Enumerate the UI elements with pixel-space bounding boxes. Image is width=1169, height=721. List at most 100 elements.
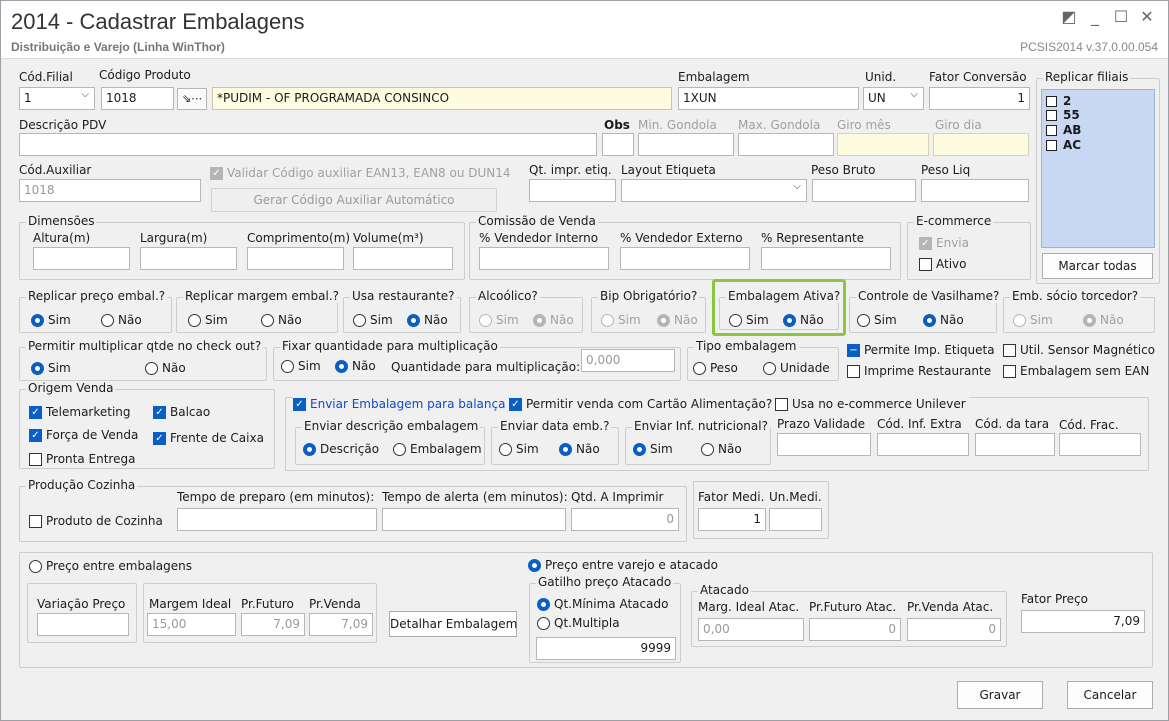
embalagem-input[interactable]: 1XUN [678, 87, 859, 110]
filial-item[interactable]: AC [1046, 138, 1081, 152]
permitir-multiplicar-sim[interactable]: Sim [31, 361, 71, 375]
replicar-preco-sim[interactable]: Sim [31, 313, 71, 327]
pronta-entrega-checkbox[interactable]: Pronta Entrega [29, 452, 135, 466]
permite-imp-etiqueta-checkbox[interactable]: − Permite Imp. Etiqueta [847, 343, 995, 357]
enviar-data-nao[interactable]: Não [559, 442, 600, 456]
prazo-validade-input[interactable] [777, 433, 871, 456]
embalagem-ativa-nao[interactable]: Não [783, 313, 824, 327]
checkbox-icon[interactable] [1046, 139, 1057, 151]
enviar-descricao-descricao[interactable]: Descrição [303, 442, 379, 456]
cod-auxiliar-input[interactable]: 1018 [19, 179, 201, 202]
gerar-codigo-button[interactable]: Gerar Código Auxiliar Automático [211, 188, 497, 212]
fator-preco-input[interactable]: 7,09 [1021, 610, 1145, 633]
fator-conversao-input[interactable]: 1 [929, 87, 1030, 110]
marg-ideal-atac-input[interactable]: 0,00 [698, 618, 804, 641]
gravar-button[interactable]: Gravar [957, 681, 1043, 709]
cancelar-button[interactable]: Cancelar [1067, 681, 1153, 709]
cod-tara-input[interactable] [975, 433, 1055, 456]
replicar-preco-nao[interactable]: Não [101, 313, 142, 327]
balcao-checkbox[interactable]: ✓ Balcao [153, 405, 210, 419]
qt-minima-radio[interactable]: Qt.Mínima Atacado [537, 597, 668, 611]
usa-restaurante-nao[interactable]: Não [407, 313, 448, 327]
gatilho-quantidade-input[interactable]: 9999 [536, 637, 676, 660]
frente-caixa-checkbox[interactable]: ✓ Frente de Caixa [153, 431, 264, 445]
ecommerce-unilever-checkbox[interactable]: Usa no e-commerce Unilever [775, 397, 969, 411]
marcar-todas-button[interactable]: Marcar todas [1042, 253, 1153, 279]
util-sensor-checkbox[interactable]: Util. Sensor Magnético [1003, 343, 1155, 357]
fixar-quantidade-sim[interactable]: Sim [281, 359, 321, 373]
max-gondola-input[interactable] [738, 133, 834, 156]
enviar-data-sim[interactable]: Sim [499, 442, 539, 456]
obs-input[interactable] [602, 133, 634, 156]
replicar-margem-sim[interactable]: Sim [188, 313, 228, 327]
controle-vasilhame-nao[interactable]: Não [923, 313, 964, 327]
controle-vasilhame-sim[interactable]: Sim [857, 313, 897, 327]
layout-etiqueta-select[interactable]: ⌵ [621, 179, 807, 202]
minimize-icon[interactable]: _ [1084, 7, 1106, 26]
enviar-balanca-checkbox[interactable]: ✓ Enviar Embalagem para balança [293, 397, 509, 411]
pr-venda-atac-input[interactable]: 0 [907, 618, 1001, 641]
comprimento-input[interactable] [247, 247, 344, 270]
replicar-margem-nao[interactable]: Não [261, 313, 302, 327]
pr-futuro-atac-input[interactable]: 0 [809, 618, 901, 641]
enviar-descricao-embalagem[interactable]: Embalagem [393, 442, 482, 456]
imprime-restaurante-checkbox[interactable]: Imprime Restaurante [847, 364, 991, 378]
cod-inf-extra-input[interactable] [877, 433, 969, 456]
emb-socio-nao[interactable]: Não [1083, 313, 1124, 327]
peso-liq-input[interactable] [921, 179, 1029, 202]
alcoolico-nao[interactable]: Não [533, 313, 574, 327]
tipo-embalagem-peso[interactable]: Peso [693, 361, 738, 375]
ativo-checkbox[interactable]: Ativo [919, 257, 966, 271]
permitir-multiplicar-nao[interactable]: Não [145, 361, 186, 375]
unid-select[interactable]: UN ⌵ [863, 87, 924, 110]
variacao-preco-input[interactable] [37, 613, 129, 636]
descricao-pdv-input[interactable] [19, 133, 597, 156]
emb-socio-sim[interactable]: Sim [1013, 313, 1053, 327]
forca-venda-checkbox[interactable]: ✓ Força de Venda [29, 428, 138, 442]
checkbox-icon[interactable] [1046, 95, 1057, 107]
enviar-inf-nao[interactable]: Não [701, 442, 742, 456]
envia-checkbox[interactable]: ✓ Envia [919, 236, 969, 250]
telemarketing-checkbox[interactable]: ✓ Telemarketing [29, 405, 131, 419]
peso-bruto-input[interactable] [812, 179, 916, 202]
altura-input[interactable] [33, 247, 130, 270]
vendedor-externo-input[interactable] [620, 247, 750, 270]
usa-restaurante-sim[interactable]: Sim [353, 313, 393, 327]
embalagem-sem-ean-checkbox[interactable]: Embalagem sem EAN [1003, 364, 1149, 378]
produto-cozinha-checkbox[interactable]: Produto de Cozinha [29, 514, 163, 528]
checkbox-icon[interactable] [1046, 109, 1057, 121]
qt-multipla-radio[interactable]: Qt.Multipla [537, 616, 620, 630]
codigo-produto-input[interactable]: 1018 [101, 87, 174, 110]
tempo-alerta-input[interactable] [382, 508, 566, 531]
fixar-quantidade-nao[interactable]: Não [335, 359, 376, 373]
filiais-list[interactable]: 2 55 AB AC [1041, 89, 1155, 248]
search-product-icon[interactable]: ⇘⋯ [177, 88, 207, 110]
bip-sim[interactable]: Sim [601, 313, 641, 327]
largura-input[interactable] [140, 247, 237, 270]
pr-futuro-input[interactable]: 7,09 [241, 613, 305, 636]
volume-input[interactable] [353, 247, 453, 270]
tipo-embalagem-unidade[interactable]: Unidade [763, 361, 830, 375]
validar-ean-checkbox[interactable]: ✓ Validar Código auxiliar EAN13, EAN8 ou … [210, 166, 511, 180]
un-medi-input[interactable] [769, 508, 822, 531]
min-gondola-input[interactable] [638, 133, 734, 156]
cartao-alimentacao-checkbox[interactable]: ✓ Permitir venda com Cartão Alimentação? [509, 397, 776, 411]
bip-nao[interactable]: Não [657, 313, 698, 327]
qtd-imprimir-input[interactable]: 0 [571, 508, 679, 531]
qt-impr-input[interactable] [529, 179, 616, 202]
fator-medi-input[interactable]: 1 [698, 508, 766, 531]
representante-input[interactable] [761, 247, 891, 270]
filial-item[interactable]: AB [1046, 123, 1081, 137]
quantidade-multiplicacao-input[interactable]: 0,000 [581, 349, 675, 372]
vendedor-interno-input[interactable] [479, 247, 609, 270]
pr-venda-input[interactable]: 7,09 [309, 613, 373, 636]
restore-icon[interactable]: ◩ [1058, 7, 1080, 26]
preco-varejo-atacado-radio[interactable]: Preço entre varejo e atacado [528, 558, 718, 572]
filial-item[interactable]: 2 [1046, 94, 1071, 108]
detalhar-embalagem-button[interactable]: Detalhar Embalagem [389, 611, 517, 637]
tempo-preparo-input[interactable] [177, 508, 377, 531]
preco-entre-embalagens-radio[interactable]: Preço entre embalagens [29, 559, 192, 573]
cod-filial-select[interactable]: 1 ⌵ [19, 87, 95, 110]
embalagem-ativa-sim[interactable]: Sim [729, 313, 769, 327]
maximize-icon[interactable]: ☐ [1110, 7, 1132, 26]
